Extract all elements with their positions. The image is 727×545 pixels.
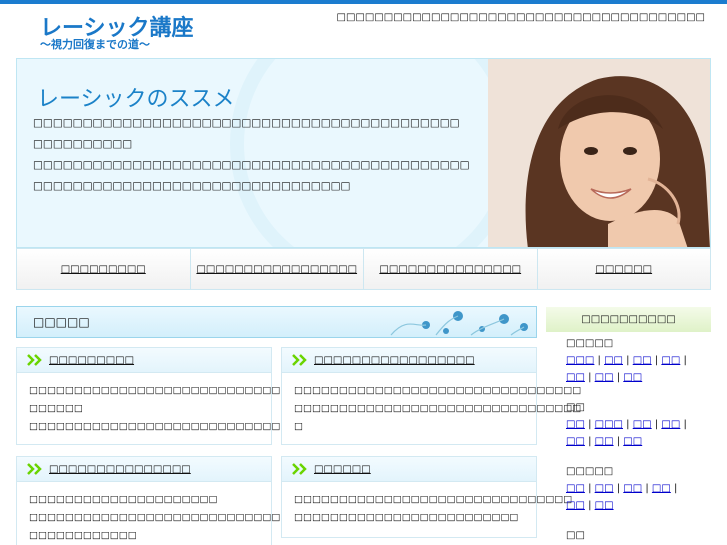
- article-card: □□□□□□□□□ □□□□□□□□□□□□□□□□□□□□□□□□□□□□□□…: [16, 347, 317, 445]
- flower-decoration-icon: [390, 311, 528, 336]
- hero-banner: レーシックのススメ □□□□□□□□□□□□□□□□□□□□□□□□□□□□□□…: [16, 58, 711, 248]
- card-text-line: □□□□□□□□□□□□□□□□□□□□□□□□□□□□□□□□: [29, 385, 317, 396]
- card-header: □□□□□□□□□□□□□□□: [17, 457, 271, 482]
- sidebar-group-label: □□□□□: [566, 466, 614, 477]
- card-header: □□□□□□□□□□□□□□□□□: [282, 348, 536, 373]
- sidebar-link[interactable]: □□: [566, 436, 585, 447]
- card-body: □□□□□□□□□□□□□□□□□□□□□ □□□□□□□□□□□□□□□□□□…: [17, 482, 317, 545]
- sidebar-link[interactable]: □□: [595, 483, 614, 494]
- hero-woman-photo: [488, 59, 710, 247]
- sidebar-link[interactable]: □□: [623, 372, 642, 383]
- sidebar-link[interactable]: □□: [604, 355, 623, 366]
- card-title-link[interactable]: □□□□□□□□□□□□□□□: [49, 464, 191, 475]
- double-chevron-right-icon: [27, 463, 42, 475]
- card-title-link[interactable]: □□□□□□□□□□□□□□□□□: [314, 355, 475, 366]
- section-header: □□□□□: [16, 306, 537, 338]
- sidebar-link[interactable]: □□□: [566, 355, 594, 366]
- nav-link[interactable]: □□□□□□: [595, 264, 652, 275]
- card-text-line: □□□□□□: [29, 403, 83, 414]
- card-text-line: □□□□□□□□□□□□: [29, 530, 137, 541]
- sidebar-link[interactable]: □□: [623, 436, 642, 447]
- site-logo-subtitle: 〜視力回復までの道〜: [40, 38, 150, 51]
- card-header: □□□□□□□□□: [17, 348, 271, 373]
- section-title: □□□□□: [33, 315, 90, 329]
- nav-link[interactable]: □□□□□□□□□□□□□□□: [379, 264, 521, 275]
- sidebar-link[interactable]: □□□: [595, 419, 623, 430]
- main-nav: □□□□□□□□□ □□□□□□□□□□□□□□□□□ □□□□□□□□□□□□…: [16, 248, 711, 290]
- sidebar-link-list: □□□ | □□ | □□ | □□ | □□ | □□ | □□: [566, 355, 687, 383]
- nav-item-3[interactable]: □□□□□□□□□□□□□□□: [364, 249, 538, 289]
- hero-photo-illustration: [488, 59, 710, 247]
- sidebar-link-list: □□ | □□ | □□ | □□ | □□ | □□: [566, 483, 678, 511]
- hero-text-line: □□□□□□□□□□□□□□□□□□□□□□□□□□□□□□□□: [33, 180, 351, 192]
- card-body: □□□□□□□□□□□□□□□□□□□□□□□□□□□□□□□ □□□□□□□□…: [282, 482, 573, 527]
- header-tagline: □□□□□□□□□□□□□□□□□□□□□□□□□□□□□□□□□□□□□□□: [336, 12, 705, 23]
- article-card: □□□□□□□□□□□□□□□ □□□□□□□□□□□□□□□□□□□□□ □□…: [16, 456, 317, 545]
- nav-item-2[interactable]: □□□□□□□□□□□□□□□□□: [191, 249, 364, 289]
- card-text-line: □□□□□□□□□□□□□□□□□□□□□□□□□□□□□□□□: [29, 512, 317, 523]
- card-body: □□□□□□□□□□□□□□□□□□□□□□□□□□□□□□□□ □□□□□□ …: [17, 373, 317, 436]
- sidebar-link[interactable]: □□: [633, 419, 652, 430]
- card-text-line: □□□□□□□□□□□□□□□□□□□□□□□□□□□□□□□: [29, 421, 308, 432]
- article-card: □□□□□□□□□□□□□□□□□ □□□□□□□□□□□□□□□□□□□□□□…: [281, 347, 582, 445]
- card-text-line: □□□□□□□□□□□□□□□□□□□□□: [29, 494, 218, 505]
- hero-text-line: □□□□□□□□□□: [33, 138, 133, 150]
- sidebar-link[interactable]: □□: [595, 500, 614, 511]
- top-accent-bar: [0, 0, 727, 4]
- sidebar-title: □□□□□□□□□□: [546, 307, 711, 332]
- sidebar-link[interactable]: □□: [623, 483, 642, 494]
- nav-item-1[interactable]: □□□□□□□□□: [17, 249, 191, 289]
- double-chevron-right-icon: [27, 354, 42, 366]
- sidebar-group: □□□□□ □□ | □□ | □□ | □□ | □□ | □□: [566, 466, 706, 514]
- hero-text-line: □□□□□□□□□□□□□□□□□□□□□□□□□□□□□□□□□□□□□□□□…: [33, 159, 470, 171]
- sidebar-link[interactable]: □□: [633, 355, 652, 366]
- nav-link[interactable]: □□□□□□□□□: [61, 264, 146, 275]
- card-text-line: □: [294, 421, 303, 432]
- hero-title: レーシックのススメ: [37, 87, 235, 112]
- card-body: □□□□□□□□□□□□□□□□□□□□□□□□□□□□□□□□ □□□□□□□…: [282, 373, 582, 436]
- sidebar-group: □□□□□ □□□ | □□ | □□ | □□ | □□ | □□ | □□: [566, 338, 706, 386]
- card-text-line: □□□□□□□□□□□□□□□□□□□□□□□□□□□□□□□: [294, 494, 573, 505]
- sidebar-link[interactable]: □□: [661, 355, 680, 366]
- double-chevron-right-icon: [292, 354, 307, 366]
- sidebar-link[interactable]: □□: [595, 372, 614, 383]
- sidebar-link[interactable]: □□: [566, 500, 585, 511]
- sidebar-link[interactable]: □□: [652, 483, 671, 494]
- card-text-line: □□□□□□□□□□□□□□□□□□□□□□□□□□□□□□□□: [294, 385, 582, 396]
- sidebar-group: □□ □□ | □□□ | □□ | □□ | □□ | □□ | □□: [566, 402, 706, 450]
- sidebar-group-label: □□□□□: [566, 338, 614, 349]
- sidebar-link[interactable]: □□: [566, 372, 585, 383]
- hero-text-line: □□□□□□□□□□□□□□□□□□□□□□□□□□□□□□□□□□□□□□□□…: [33, 117, 460, 129]
- sidebar-group-label: □□: [566, 530, 585, 541]
- card-text-line: □□□□□□□□□□□□□□□□□□□□□□□□□□□□□□□□: [294, 403, 582, 414]
- sidebar-link-list: □□ | □□□ | □□ | □□ | □□ | □□ | □□: [566, 419, 687, 447]
- card-title-link[interactable]: □□□□□□□□□: [49, 355, 134, 366]
- sidebar-link[interactable]: □□: [595, 436, 614, 447]
- sidebar-group-label: □□: [566, 402, 585, 413]
- nav-item-4[interactable]: □□□□□□: [538, 249, 711, 289]
- hero-text: □□□□□□□□□□□□□□□□□□□□□□□□□□□□□□□□□□□□□□□□…: [33, 113, 470, 197]
- double-chevron-right-icon: [292, 463, 307, 475]
- card-text-line: □□□□□□□□□□□□□□□□□□□□□□□□□: [294, 512, 519, 523]
- card-title-link[interactable]: □□□□□□: [314, 464, 371, 475]
- sidebar-link[interactable]: □□: [566, 483, 585, 494]
- article-card: □□□□□□ □□□□□□□□□□□□□□□□□□□□□□□□□□□□□□□ □…: [281, 456, 573, 538]
- sidebar-group: □□: [566, 530, 706, 544]
- nav-link[interactable]: □□□□□□□□□□□□□□□□□: [196, 264, 357, 275]
- sidebar-link[interactable]: □□: [566, 419, 585, 430]
- card-header: □□□□□□: [282, 457, 536, 482]
- sidebar-link[interactable]: □□: [661, 419, 680, 430]
